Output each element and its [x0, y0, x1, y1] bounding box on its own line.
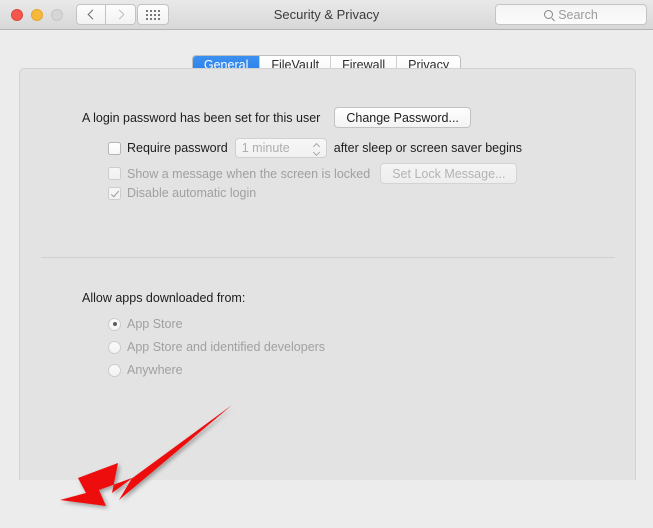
- bottom-bar: Click the lock to make changes. Advanced…: [0, 480, 653, 528]
- allow-apps-option-anywhere: Anywhere: [108, 363, 183, 377]
- require-password-row: Require password 1 minute after sleep or…: [108, 138, 522, 158]
- allow-apps-heading-row: Allow apps downloaded from:: [82, 291, 245, 305]
- allow-apps-heading: Allow apps downloaded from:: [82, 291, 246, 305]
- require-password-label: Require password: [127, 141, 228, 155]
- require-password-suffix-label: after sleep or screen saver begins: [333, 141, 523, 155]
- change-password-button[interactable]: Change Password...: [334, 107, 471, 128]
- require-password-checkbox[interactable]: [108, 141, 121, 155]
- show-lock-message-label: Show a message when the screen is locked: [127, 166, 371, 181]
- show-lock-message-checkbox: [108, 167, 121, 180]
- require-password-interval-select[interactable]: 1 minute: [234, 138, 327, 158]
- radio-anywhere: [108, 363, 121, 377]
- general-pane: A login password has been set for this u…: [19, 68, 636, 480]
- show-lock-message-row: Show a message when the screen is locked…: [108, 163, 518, 184]
- require-password-interval-value: 1 minute: [241, 141, 290, 155]
- radio-app-store-label: App Store: [127, 317, 183, 331]
- radio-app-store: [108, 317, 121, 331]
- allow-apps-option-app-store: App Store: [108, 317, 183, 331]
- radio-anywhere-label: Anywhere: [127, 363, 183, 377]
- search-field[interactable]: Search: [495, 4, 647, 25]
- search-icon: [544, 10, 554, 19]
- search-input[interactable]: Search: [558, 8, 598, 22]
- title-bar: Security & Privacy Search: [0, 0, 653, 30]
- security-privacy-window: Security & Privacy Search General FileVa…: [0, 0, 653, 528]
- login-password-row: A login password has been set for this u…: [82, 107, 471, 128]
- set-lock-message-button: Set Lock Message...: [380, 163, 518, 184]
- stepper-chevrons-icon: [314, 143, 320, 153]
- disable-auto-login-label: Disable automatic login: [127, 186, 257, 200]
- radio-identified-developers-label: App Store and identified developers: [127, 340, 326, 354]
- disable-auto-login-row: Disable automatic login: [108, 186, 256, 200]
- section-divider: [41, 257, 615, 258]
- login-password-label: A login password has been set for this u…: [82, 110, 321, 125]
- disable-auto-login-checkbox: [108, 186, 121, 200]
- radio-identified-developers: [108, 340, 121, 354]
- allow-apps-option-identified-developers: App Store and identified developers: [108, 340, 325, 354]
